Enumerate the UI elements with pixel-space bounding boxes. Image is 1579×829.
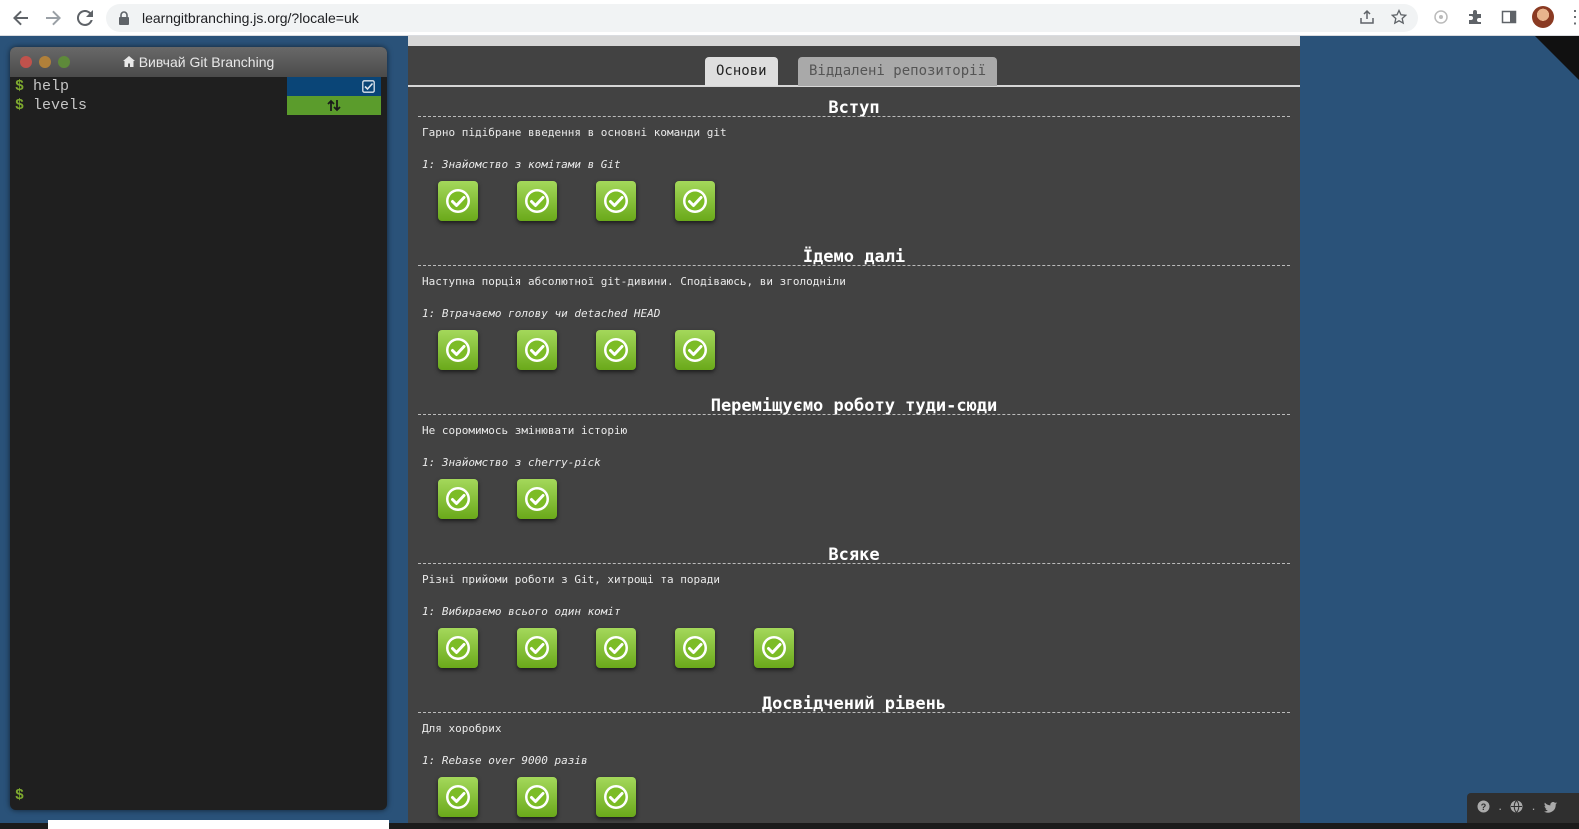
level-complete-icon[interactable] [517, 777, 557, 817]
checkbox-icon [362, 80, 375, 93]
sequence-list: Вступ Гарно підібране введення в основні … [418, 88, 1290, 829]
sequence-title: Їдемо далі [418, 237, 1290, 267]
sequence-title: Досвідчений рівень [418, 684, 1290, 714]
level-complete-icon[interactable] [438, 181, 478, 221]
sequence-level-name: 1: Rebase over 9000 разів [422, 754, 588, 767]
command-prompt[interactable]: $ [15, 787, 24, 804]
taskbar-highlight [48, 820, 389, 829]
level-complete-icon[interactable] [438, 628, 478, 668]
level-tabs: Основи Віддалені репозиторії [408, 46, 1300, 87]
lock-icon[interactable] [118, 11, 132, 25]
sequence-description: Не соромимось змінювати історію [422, 424, 628, 437]
level-complete-icon[interactable] [517, 330, 557, 370]
forward-icon[interactable] [42, 7, 64, 29]
close-window-icon[interactable] [20, 56, 32, 68]
level-complete-icon[interactable] [438, 777, 478, 817]
command-terminal: Вивчай Git Branching $ help $ levels $ [10, 47, 387, 810]
tab-remote[interactable]: Віддалені репозиторії [798, 57, 998, 86]
separator-dot: · [1498, 800, 1503, 816]
level-complete-icon[interactable] [517, 181, 557, 221]
sequence-description: Для хоробрих [422, 722, 502, 735]
level-complete-icon[interactable] [675, 181, 715, 221]
sequence-section: Їдемо далі Наступна порція абсолютної git… [418, 237, 1290, 386]
level-complete-icon[interactable] [596, 777, 636, 817]
sequence-level-name: 1: Вибираємо всього один коміт [422, 605, 621, 618]
command-status-badge [287, 77, 381, 96]
extensions-puzzle-icon[interactable] [1464, 6, 1486, 28]
profile-avatar[interactable] [1532, 6, 1554, 28]
browser-toolbar: learngitbranching.js.org/?locale=uk ⋮ [0, 0, 1579, 36]
command-status-badge [287, 96, 381, 115]
address-bar[interactable]: learngitbranching.js.org/?locale=uk [106, 4, 1418, 32]
prompt-symbol: $ [15, 78, 25, 95]
sequence-section: Всяке Різні прийоми роботи з Git, хитрощі… [418, 535, 1290, 684]
command-text: help [33, 78, 70, 95]
level-complete-icon[interactable] [596, 181, 636, 221]
corner-ribbon[interactable] [1535, 36, 1579, 80]
level-complete-icon[interactable] [675, 628, 715, 668]
level-complete-icon[interactable] [517, 628, 557, 668]
sequence-title: Всяке [418, 535, 1290, 565]
command-history-item[interactable]: $ levels [10, 96, 387, 115]
sequence-description: Гарно підібране введення в основні коман… [422, 126, 727, 139]
url-text: learngitbranching.js.org/?locale=uk [142, 10, 359, 26]
sequence-level-name: 1: Знайомство з cherry-pick [422, 456, 601, 469]
svg-text:?: ? [1481, 802, 1487, 812]
twitter-icon[interactable] [1543, 801, 1557, 816]
sequence-level-name: 1: Втрачаємо голову чи detached HEAD [422, 307, 661, 320]
level-icons-row [418, 777, 1290, 829]
level-complete-icon[interactable] [596, 628, 636, 668]
level-complete-icon[interactable] [675, 330, 715, 370]
sequence-section: Досвідчений рівень Для хоробрих 1: Rebase … [418, 684, 1290, 829]
minimize-window-icon[interactable] [39, 56, 51, 68]
sequence-section: Вступ Гарно підібране введення в основні … [418, 88, 1290, 237]
terminal-titlebar: Вивчай Git Branching [10, 47, 387, 77]
sequence-level-name: 1: Знайомство з комітами в Git [422, 158, 621, 171]
level-icons-row [418, 628, 1290, 684]
home-icon [122, 56, 135, 70]
side-panel-icon[interactable] [1498, 6, 1520, 28]
level-complete-icon[interactable] [438, 479, 478, 519]
reload-icon[interactable] [74, 7, 96, 29]
sequence-title: Переміщуємо роботу туди-сюди [418, 386, 1290, 416]
maximize-window-icon[interactable] [58, 56, 70, 68]
menu-kebab-icon[interactable]: ⋮ [1566, 7, 1579, 28]
prompt-symbol: $ [15, 97, 25, 114]
sequence-title: Вступ [418, 88, 1290, 118]
level-icons-row [418, 330, 1290, 386]
back-icon[interactable] [10, 7, 32, 29]
sequence-description: Різні прийоми роботи з Git, хитрощі та п… [422, 573, 721, 586]
separator-dot: · [1531, 800, 1536, 816]
tab-main[interactable]: Основи [705, 57, 778, 86]
levels-dialog: Основи Віддалені репозиторії Вступ Гарно … [408, 36, 1300, 829]
dialog-titlebar [408, 36, 1300, 46]
command-text: levels [33, 97, 88, 114]
help-icon[interactable]: ? [1477, 800, 1490, 816]
footer-widget: ? · · [1467, 793, 1579, 823]
sequence-section: Переміщуємо роботу туди-сюди Не соромимос… [418, 386, 1290, 535]
level-complete-icon[interactable] [754, 628, 794, 668]
extension-circle-icon[interactable] [1430, 6, 1452, 28]
sequence-description: Наступна порція абсолютної git-дивини. С… [422, 275, 846, 288]
level-icons-row [418, 181, 1290, 237]
level-complete-icon[interactable] [517, 479, 557, 519]
command-history-item[interactable]: $ help [10, 77, 387, 96]
swap-arrows-icon [327, 99, 341, 112]
level-icons-row [418, 479, 1290, 535]
bookmark-star-icon[interactable] [1390, 8, 1408, 26]
level-complete-icon[interactable] [438, 330, 478, 370]
terminal-title-text: Вивчай Git Branching [138, 54, 275, 70]
share-icon[interactable] [1358, 8, 1376, 26]
level-complete-icon[interactable] [596, 330, 636, 370]
globe-icon[interactable] [1510, 800, 1523, 816]
